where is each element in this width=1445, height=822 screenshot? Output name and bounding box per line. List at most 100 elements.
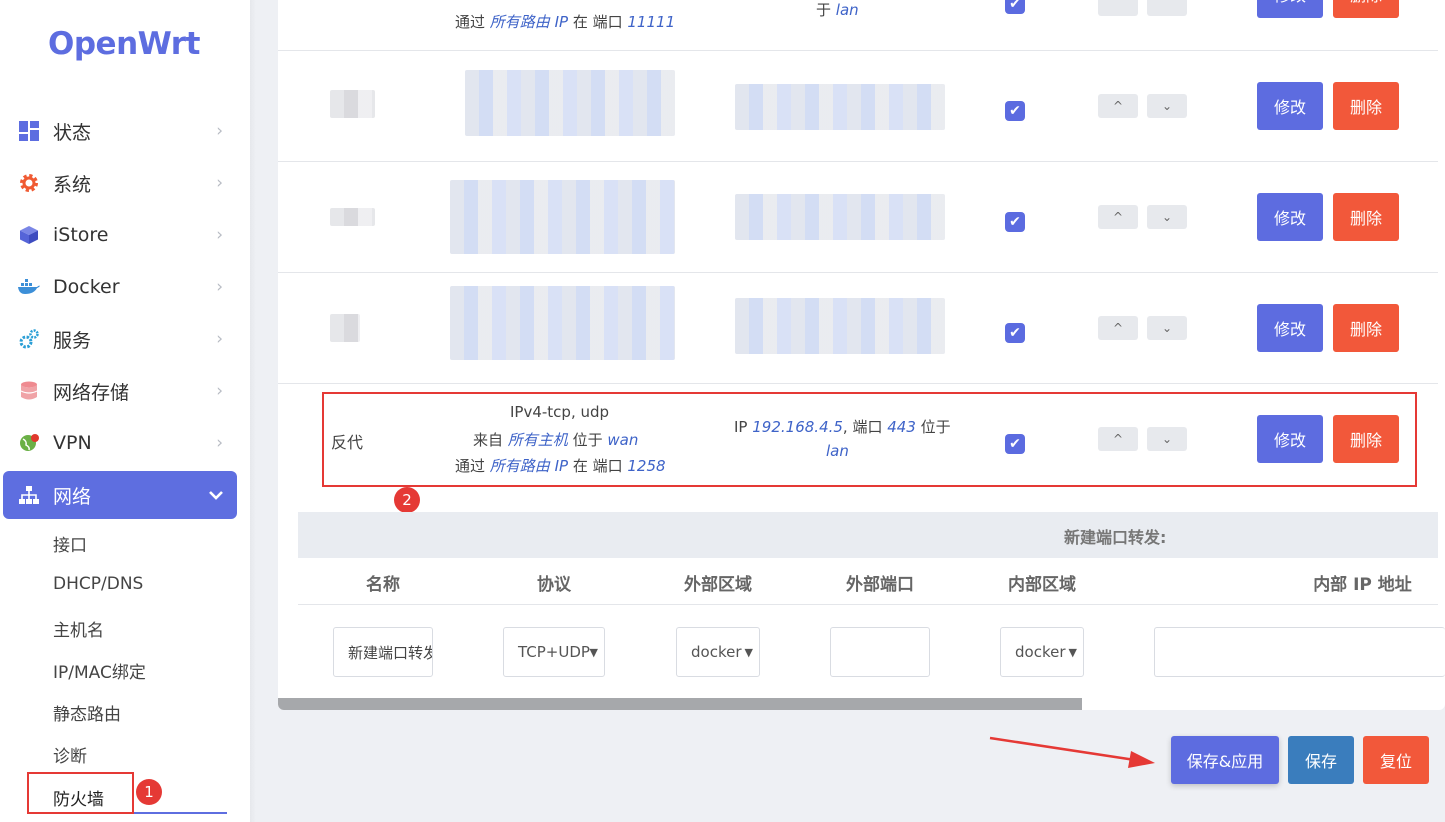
rule-enabled-checkbox[interactable]: ✔ <box>1005 212 1025 232</box>
delete-button[interactable]: 删除 <box>1333 304 1399 352</box>
int-zone-select[interactable]: docker ▼ <box>1000 627 1084 677</box>
sidebar-item-label: VPN <box>53 432 92 454</box>
save-apply-button[interactable]: 保存&应用 <box>1171 736 1279 784</box>
sidebar-item-system[interactable]: 系统 › <box>3 159 237 207</box>
ext-zone-select[interactable]: docker ▼ <box>676 627 760 677</box>
sidebar-item-vpn[interactable]: VPN › <box>3 419 237 467</box>
annotation-box-firewall <box>27 772 134 814</box>
reset-button[interactable]: 复位 <box>1363 736 1429 784</box>
edit-button[interactable]: 修改 <box>1257 82 1323 130</box>
move-down-button[interactable]: ⌄ <box>1147 205 1187 229</box>
gear-icon <box>18 172 40 194</box>
cube-icon <box>18 224 40 246</box>
caret-down-icon: ▼ <box>589 645 598 659</box>
dashboard-icon <box>18 120 40 142</box>
delete-button[interactable]: 删除 <box>1333 193 1399 241</box>
sidebar-item-label: 系统 <box>53 173 92 196</box>
chevron-right-icon: › <box>216 433 223 453</box>
chevron-down-icon <box>209 486 223 504</box>
col-int-ip: 内部 IP 地址 <box>1313 574 1412 595</box>
save-button[interactable]: 保存 <box>1288 736 1354 784</box>
edit-button[interactable]: 修改 <box>1257 0 1323 18</box>
chevron-right-icon: › <box>216 121 223 141</box>
sidebar-item-services[interactable]: 服务 › <box>3 315 237 363</box>
blurred-content <box>330 90 375 118</box>
vpn-globe-icon <box>18 432 40 454</box>
sidebar-sub-static-routes[interactable]: 静态路由 <box>53 700 121 725</box>
annotation-arrow <box>989 736 1155 768</box>
chevron-right-icon: › <box>216 329 223 349</box>
sidebar-item-label: iStore <box>53 224 109 246</box>
protocol-value: TCP+UDP <box>518 643 590 661</box>
sidebar-item-nas[interactable]: 网络存储 › <box>3 367 237 415</box>
sidebar-item-status[interactable]: 状态 › <box>3 107 237 155</box>
ext-port-input[interactable] <box>830 627 930 677</box>
sidebar-sub-interfaces[interactable]: 接口 <box>53 531 87 556</box>
sidebar: OpenWrt 状态 › 系统 › iStore › Docker › 服务 › <box>0 0 250 822</box>
move-down-button[interactable]: ⌄ <box>1147 316 1187 340</box>
sidebar-item-istore[interactable]: iStore › <box>3 211 237 259</box>
caret-down-icon: ▼ <box>744 645 753 659</box>
col-ext-port: 外部端口 <box>846 574 914 595</box>
rule-enabled-checkbox[interactable]: ✔ <box>1005 101 1025 121</box>
row-divider <box>278 383 1438 384</box>
top-row-dest: 于 lan <box>816 1 859 19</box>
services-gears-icon <box>18 328 40 350</box>
sidebar-shadow <box>250 0 256 822</box>
int-ip-input[interactable] <box>1154 627 1445 677</box>
delete-button[interactable]: 删除 <box>1333 0 1399 18</box>
blurred-content <box>735 194 945 240</box>
row-divider <box>278 161 1438 162</box>
sidebar-sub-ip-mac-binding[interactable]: IP/MAC绑定 <box>53 658 146 683</box>
move-up-button[interactable]: ^ <box>1098 205 1138 229</box>
horizontal-scrollbar[interactable] <box>278 698 1082 710</box>
chevron-right-icon: › <box>216 225 223 245</box>
edit-button[interactable]: 修改 <box>1257 304 1323 352</box>
chevron-right-icon: › <box>216 381 223 401</box>
sidebar-item-network[interactable]: 网络 <box>3 471 237 519</box>
sidebar-item-label: 网络存储 <box>53 381 130 404</box>
blurred-content <box>330 208 375 226</box>
new-name-input[interactable]: 新建端口转发 <box>333 627 433 677</box>
blurred-content <box>450 286 675 360</box>
delete-button[interactable]: 删除 <box>1333 82 1399 130</box>
blurred-content <box>735 298 945 354</box>
protocol-select[interactable]: TCP+UDP ▼ <box>503 627 605 677</box>
chevron-right-icon: › <box>216 173 223 193</box>
top-row-via: 通过 所有路由 IP 在 端口 11111 <box>455 13 676 31</box>
rule-enabled-checkbox[interactable]: ✔ <box>1005 0 1025 14</box>
sidebar-sub-hostnames[interactable]: 主机名 <box>53 616 104 641</box>
blurred-content <box>465 70 675 136</box>
sidebar-item-label: Docker <box>53 276 120 298</box>
sidebar-sub-dhcp-dns[interactable]: DHCP/DNS <box>53 574 143 594</box>
move-down-button[interactable] <box>1147 0 1187 16</box>
sidebar-sub-diagnostics[interactable]: 诊断 <box>53 742 87 767</box>
caret-down-icon: ▼ <box>1068 645 1077 659</box>
rule-enabled-checkbox[interactable]: ✔ <box>1005 323 1025 343</box>
row-divider <box>278 50 1438 51</box>
move-up-button[interactable] <box>1098 0 1138 16</box>
annotation-badge-1: 1 <box>136 779 162 805</box>
annotation-box-rule <box>322 392 1417 487</box>
edit-button[interactable]: 修改 <box>1257 193 1323 241</box>
move-down-button[interactable]: ⌄ <box>1147 94 1187 118</box>
move-up-button[interactable]: ^ <box>1098 94 1138 118</box>
chevron-right-icon: › <box>216 277 223 297</box>
docker-whale-icon <box>18 276 40 298</box>
sidebar-item-label: 服务 <box>53 329 92 352</box>
ext-zone-value: docker <box>691 643 742 661</box>
int-zone-value: docker <box>1015 643 1066 661</box>
blurred-content <box>330 314 360 342</box>
database-icon <box>18 380 40 402</box>
header-divider <box>298 604 1438 605</box>
network-tree-icon <box>18 484 40 506</box>
sidebar-item-label: 网络 <box>53 485 92 508</box>
col-name: 名称 <box>366 574 400 595</box>
sidebar-item-docker[interactable]: Docker › <box>3 263 237 311</box>
openwrt-logo[interactable]: OpenWrt <box>48 26 200 62</box>
col-int-zone: 内部区域 <box>1008 574 1076 595</box>
move-up-button[interactable]: ^ <box>1098 316 1138 340</box>
sidebar-item-label: 状态 <box>53 121 92 144</box>
blurred-content <box>735 84 945 130</box>
blurred-content <box>450 180 675 254</box>
